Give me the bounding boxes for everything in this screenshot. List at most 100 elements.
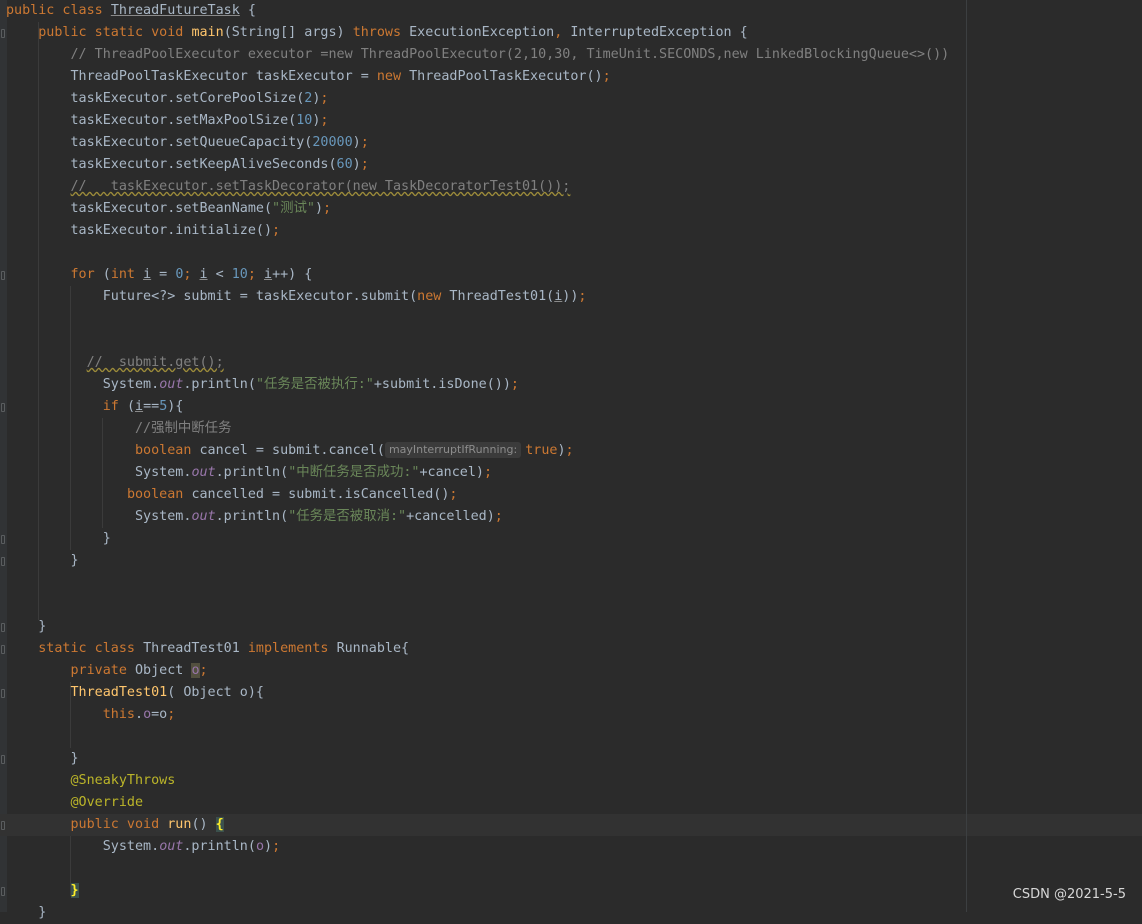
code-token: true <box>525 443 558 458</box>
code-token: ; <box>484 465 493 480</box>
code-line[interactable]: } <box>6 880 79 902</box>
code-line[interactable]: boolean cancelled = submit.isCancelled()… <box>6 484 458 506</box>
code-token: taskExecutor.setMaxPoolSize( <box>6 113 297 128</box>
code-editor[interactable]: public class ThreadFutureTask { public s… <box>0 0 1142 920</box>
fold-marker-icon[interactable] <box>1 821 5 830</box>
code-line[interactable]: for (int i = 0; i < 10; i++) { <box>6 264 313 286</box>
code-token: "测试" <box>272 201 315 216</box>
code-line[interactable]: boolean cancel = submit.cancel(mayInterr… <box>6 440 574 462</box>
code-token: //强制中断任务 <box>6 421 232 436</box>
code-line[interactable]: //强制中断任务 <box>6 418 231 440</box>
code-line[interactable]: } <box>6 528 111 550</box>
code-line[interactable]: // taskExecutor.setTaskDecorator(new Tas… <box>6 176 571 198</box>
fold-marker-icon[interactable] <box>1 645 5 654</box>
code-token: new <box>417 289 450 304</box>
code-token: boolean <box>135 443 200 458</box>
code-token: if <box>102 399 127 414</box>
code-line[interactable]: taskExecutor.initialize(); <box>6 220 280 242</box>
code-token: +cancelled) <box>406 509 495 524</box>
fold-marker-icon[interactable] <box>1 755 5 764</box>
code-line[interactable]: System.out.println("任务是否被执行:"+submit.isD… <box>6 374 519 396</box>
code-token: implements <box>247 641 337 656</box>
code-token: 10 <box>296 113 313 128</box>
code-token: ; <box>320 91 329 106</box>
fold-marker-icon[interactable] <box>1 403 5 412</box>
code-line[interactable]: this.o=o; <box>6 704 176 726</box>
code-token: // ThreadPoolExecutor executor =new Thre… <box>6 47 950 62</box>
code-token: .println( <box>183 839 256 854</box>
code-line[interactable]: } <box>6 748 79 770</box>
code-token: .println( <box>215 509 289 524</box>
code-line[interactable]: private Object o; <box>6 660 208 682</box>
code-line[interactable]: if (i==5){ <box>6 396 184 418</box>
code-token: boolean <box>126 487 192 502</box>
code-line[interactable]: System.out.println("中断任务是否成功:"+cancel); <box>6 462 492 484</box>
code-token: ThreadPoolTaskExecutor taskExecutor = <box>6 69 377 84</box>
code-token: out <box>191 465 216 480</box>
code-token: . <box>135 707 144 722</box>
fold-marker-icon[interactable] <box>1 29 5 38</box>
fold-marker-icon[interactable] <box>1 557 5 566</box>
code-token: ; <box>565 443 574 458</box>
code-token: ; <box>578 289 587 304</box>
code-token: ; <box>247 267 264 282</box>
code-token: } <box>6 531 111 546</box>
code-token: } <box>6 751 79 766</box>
code-token: public void <box>70 817 168 832</box>
code-token: System. <box>6 377 160 392</box>
code-token: ; <box>494 509 503 524</box>
code-token: ; <box>602 69 611 84</box>
code-line[interactable]: taskExecutor.setQueueCapacity(20000); <box>6 132 368 154</box>
code-line[interactable]: ThreadPoolTaskExecutor taskExecutor = ne… <box>6 66 611 88</box>
fold-marker-icon[interactable] <box>1 535 5 544</box>
code-token: cancel = submit.cancel( <box>199 443 385 458</box>
fold-marker-icon[interactable] <box>1 623 5 632</box>
code-token: ; <box>167 707 176 722</box>
code-line[interactable]: @SneakyThrows <box>6 770 175 792</box>
code-token: (String[] args) <box>223 25 353 40</box>
code-token: out <box>159 377 184 392</box>
code-line[interactable]: public void run() { <box>6 814 224 836</box>
code-line[interactable]: taskExecutor.setMaxPoolSize(10); <box>6 110 328 132</box>
code-line[interactable]: // ThreadPoolExecutor executor =new Thre… <box>6 44 949 66</box>
code-line[interactable]: public class ThreadFutureTask { <box>6 0 256 22</box>
code-token: public class <box>6 3 111 18</box>
code-line[interactable]: ThreadTest01( Object o){ <box>6 682 265 704</box>
code-token: { <box>239 3 256 18</box>
code-line[interactable]: Future<?> submit = taskExecutor.submit(n… <box>6 286 587 308</box>
code-line[interactable]: System.out.println(o); <box>6 836 280 858</box>
code-line[interactable]: public static void main(String[] args) t… <box>6 22 748 44</box>
code-line[interactable]: } <box>6 902 46 924</box>
fold-marker-icon[interactable] <box>1 271 5 280</box>
code-line[interactable]: taskExecutor.setBeanName("测试"); <box>6 198 331 220</box>
code-token: // taskExecutor.setTaskDecorator(new Tas… <box>70 179 571 194</box>
code-token: taskExecutor.setQueueCapacity( <box>6 135 313 150</box>
code-token: "任务是否被执行:" <box>255 377 374 392</box>
fold-marker-icon[interactable] <box>1 689 5 698</box>
code-token: +cancel) <box>419 465 485 480</box>
code-token: throws <box>352 25 410 40</box>
code-line[interactable]: taskExecutor.setKeepAliveSeconds(60); <box>6 154 369 176</box>
code-token: run <box>167 817 192 832</box>
code-line[interactable]: taskExecutor.setCorePoolSize(2); <box>6 88 328 110</box>
fold-marker-icon[interactable] <box>1 887 5 896</box>
code-line[interactable]: System.out.println("任务是否被取消:"+cancelled)… <box>6 506 503 528</box>
code-token: ) <box>557 443 566 458</box>
code-line[interactable]: // submit.get(); <box>6 352 224 374</box>
code-token: ; <box>360 157 369 172</box>
code-token: () <box>191 817 216 832</box>
code-token: )) <box>562 289 579 304</box>
code-line[interactable]: static class ThreadTest01 implements Run… <box>6 638 409 660</box>
right-margin-guide <box>966 0 967 912</box>
code-token: ; <box>510 377 519 392</box>
code-token: "中断任务是否成功:" <box>288 465 420 480</box>
code-line[interactable]: @Override <box>6 792 143 814</box>
code-line[interactable]: } <box>6 550 78 572</box>
code-line[interactable]: } <box>6 616 46 638</box>
